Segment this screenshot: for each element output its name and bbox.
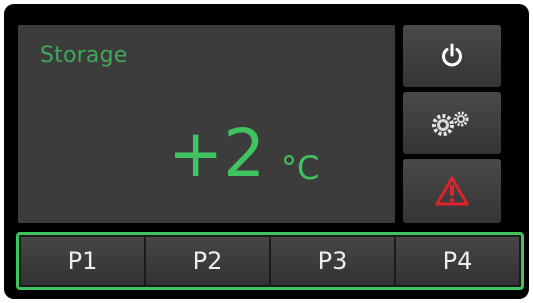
control-panel: Storage +2 °C P1 P2 P3 P4 [4, 4, 529, 299]
program-button-p2[interactable]: P2 [146, 237, 269, 285]
temperature-unit: °C [281, 149, 320, 187]
power-button[interactable] [403, 25, 501, 87]
program-label: P1 [67, 247, 98, 275]
warning-icon [434, 175, 470, 207]
program-label: P3 [317, 247, 348, 275]
program-selector: P1 P2 P3 P4 [16, 232, 524, 290]
program-label: P4 [442, 247, 473, 275]
program-button-p3[interactable]: P3 [271, 237, 394, 285]
power-icon [440, 43, 464, 69]
temperature-value: +2 [168, 115, 266, 192]
temperature-display: Storage +2 °C [18, 25, 395, 223]
alarm-button[interactable] [403, 159, 501, 223]
program-button-p4[interactable]: P4 [396, 237, 519, 285]
program-button-p1[interactable]: P1 [21, 237, 144, 285]
program-label: P2 [192, 247, 223, 275]
gears-icon [428, 109, 476, 137]
settings-button[interactable] [403, 92, 501, 154]
mode-label: Storage [40, 43, 128, 68]
